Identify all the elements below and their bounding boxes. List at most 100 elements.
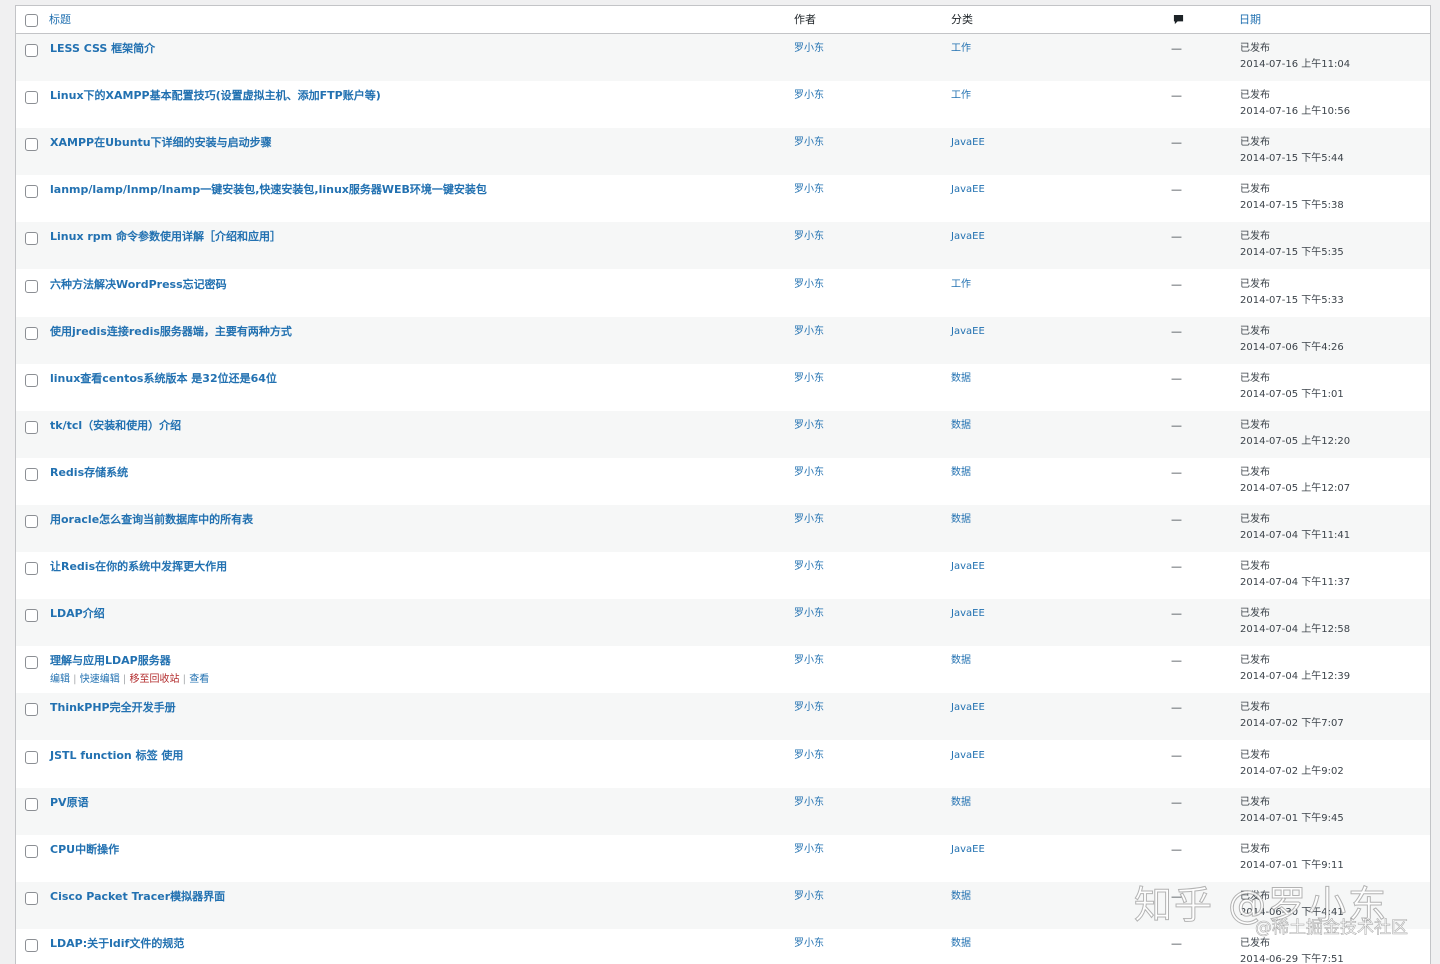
post-author-link[interactable]: 罗小东 (794, 42, 824, 56)
post-comments: — (1171, 277, 1182, 291)
column-date-sort[interactable]: 日期 (1239, 13, 1261, 27)
table-row: 理解与应用LDAP服务器 罗小东 数据 — 已发布 2014-07-04 上午12:39 编… (16, 646, 1430, 693)
post-comments: — (1171, 842, 1182, 856)
row-checkbox[interactable] (25, 420, 38, 434)
post-author-link[interactable]: 罗小东 (794, 466, 824, 480)
post-category-link[interactable]: JavaEE (951, 183, 985, 197)
post-author-link[interactable]: 罗小东 (794, 607, 824, 621)
post-title-link[interactable]: 理解与应用LDAP服务器 (50, 654, 171, 668)
row-checkbox[interactable] (25, 891, 38, 905)
row-checkbox[interactable] (25, 515, 38, 528)
post-category-link[interactable]: 数据 (951, 466, 971, 480)
post-author-link[interactable]: 罗小东 (794, 890, 824, 904)
row-checkbox[interactable] (25, 232, 38, 246)
post-category-link[interactable]: 数据 (951, 654, 971, 668)
edit-link[interactable]: 编辑 (50, 674, 70, 685)
post-author-link[interactable]: 罗小东 (794, 513, 824, 527)
post-title-link[interactable]: 让Redis在你的系统中发挥更大作用 (50, 560, 227, 574)
post-category-link[interactable]: JavaEE (951, 560, 985, 574)
post-comments: — (1171, 418, 1182, 432)
post-title-link[interactable]: Linux rpm 命令参数使用详解［介绍和应用］ (50, 230, 281, 244)
quick-edit-link[interactable]: 快速编辑 (80, 674, 120, 685)
view-link[interactable]: 查看 (189, 674, 209, 685)
post-category-link[interactable]: JavaEE (951, 701, 985, 715)
post-author-link[interactable]: 罗小东 (794, 654, 824, 668)
post-author-link[interactable]: 罗小东 (794, 89, 824, 103)
row-checkbox[interactable] (25, 44, 38, 57)
post-title-link[interactable]: 六种方法解决WordPress忘记密码 (50, 278, 227, 292)
post-status: 已发布 (1240, 655, 1270, 667)
post-category-link[interactable]: JavaEE (951, 607, 985, 621)
post-category-link[interactable]: 工作 (951, 278, 971, 292)
post-title-link[interactable]: Cisco Packet Tracer模拟器界面 (50, 890, 225, 904)
post-category-link[interactable]: JavaEE (951, 230, 985, 244)
table-row: CPU中断操作 罗小东 JavaEE — 已发布 2014-07-01 下午9:11 (16, 835, 1430, 882)
post-author-link[interactable]: 罗小东 (794, 183, 824, 197)
post-title-link[interactable]: PV原语 (50, 796, 89, 810)
post-title-link[interactable]: CPU中断操作 (50, 843, 119, 857)
post-author-link[interactable]: 罗小东 (794, 419, 824, 433)
row-checkbox[interactable] (25, 938, 38, 952)
post-author-link[interactable]: 罗小东 (794, 372, 824, 386)
table-row: Linux rpm 命令参数使用详解［介绍和应用］ 罗小东 JavaEE — 已发布 20… (16, 222, 1430, 270)
post-category-link[interactable]: 工作 (951, 89, 971, 103)
post-title-link[interactable]: LDAP介绍 (50, 607, 105, 621)
post-author-link[interactable]: 罗小东 (794, 937, 824, 951)
table-row: 使用jredis连接redis服务器端，主要有两种方式 罗小东 JavaEE — 已发布… (16, 316, 1430, 364)
row-checkbox[interactable] (25, 326, 38, 340)
post-title-link[interactable]: JSTL function 标签 使用 (50, 749, 183, 763)
post-title-link[interactable]: lanmp/lamp/lnmp/lnamp一键安装包,快速安装包,linux服务… (50, 183, 487, 197)
row-checkbox[interactable] (25, 750, 38, 764)
post-title-link[interactable]: tk/tcl（安装和使用）介绍 (50, 419, 181, 433)
row-checkbox[interactable] (25, 844, 38, 858)
row-checkbox[interactable] (25, 373, 38, 387)
post-title-link[interactable]: ThinkPHP完全开发手册 (50, 701, 176, 715)
post-status: 已发布 (1240, 137, 1270, 149)
post-title-link[interactable]: Redis存储系统 (50, 466, 128, 480)
column-title-sort[interactable]: 标题 (49, 13, 71, 27)
post-category-link[interactable]: JavaEE (951, 136, 985, 150)
post-author-link[interactable]: 罗小东 (794, 325, 824, 339)
post-category-link[interactable]: JavaEE (951, 749, 985, 763)
post-author-link[interactable]: 罗小东 (794, 230, 824, 244)
post-title-link[interactable]: XAMPP在Ubuntu下详细的安装与启动步骤 (50, 136, 272, 150)
post-comments: — (1171, 795, 1182, 809)
post-title-link[interactable]: LDAP:关于ldif文件的规范 (50, 937, 184, 951)
post-author-link[interactable]: 罗小东 (794, 701, 824, 715)
post-title-link[interactable]: linux查看centos系统版本 是32位还是64位 (50, 372, 277, 386)
post-category-link[interactable]: 数据 (951, 419, 971, 433)
row-checkbox[interactable] (25, 185, 38, 199)
trash-link[interactable]: 移至回收站 (129, 674, 179, 685)
row-checkbox[interactable] (25, 138, 38, 152)
row-checkbox[interactable] (25, 609, 38, 623)
post-title-link[interactable]: LESS CSS 框架简介 (50, 42, 155, 56)
post-category-link[interactable]: 数据 (951, 937, 971, 951)
post-author-link[interactable]: 罗小东 (794, 278, 824, 292)
row-checkbox[interactable] (25, 91, 38, 105)
post-status: 已发布 (1240, 90, 1270, 102)
row-checkbox[interactable] (25, 797, 38, 811)
post-comments: — (1171, 42, 1182, 55)
post-author-link[interactable]: 罗小东 (794, 560, 824, 574)
post-category-link[interactable]: JavaEE (951, 843, 985, 857)
post-author-link[interactable]: 罗小东 (794, 136, 824, 150)
row-checkbox[interactable] (25, 467, 38, 481)
row-checkbox[interactable] (25, 562, 38, 576)
row-checkbox[interactable] (25, 656, 38, 670)
post-author-link[interactable]: 罗小东 (794, 796, 824, 810)
post-category-link[interactable]: 工作 (951, 42, 971, 56)
row-checkbox[interactable] (25, 703, 38, 717)
post-category-link[interactable]: 数据 (951, 890, 971, 904)
post-author-link[interactable]: 罗小东 (794, 843, 824, 857)
post-category-link[interactable]: 数据 (951, 372, 971, 386)
post-author-link[interactable]: 罗小东 (794, 749, 824, 763)
select-all-checkbox[interactable] (25, 14, 38, 27)
row-checkbox[interactable] (25, 279, 38, 293)
post-title-link[interactable]: 使用jredis连接redis服务器端，主要有两种方式 (50, 325, 292, 339)
post-category-link[interactable]: 数据 (951, 796, 971, 810)
post-category-link[interactable]: JavaEE (951, 325, 985, 339)
table-row: JSTL function 标签 使用 罗小东 JavaEE — 已发布 2014-07-… (16, 741, 1430, 788)
post-title-link[interactable]: 用oracle怎么查询当前数据库中的所有表 (50, 513, 253, 527)
post-title-link[interactable]: Linux下的XAMPP基本配置技巧(设置虚拟主机、添加FTP账户等) (50, 89, 381, 103)
post-category-link[interactable]: 数据 (951, 513, 971, 527)
